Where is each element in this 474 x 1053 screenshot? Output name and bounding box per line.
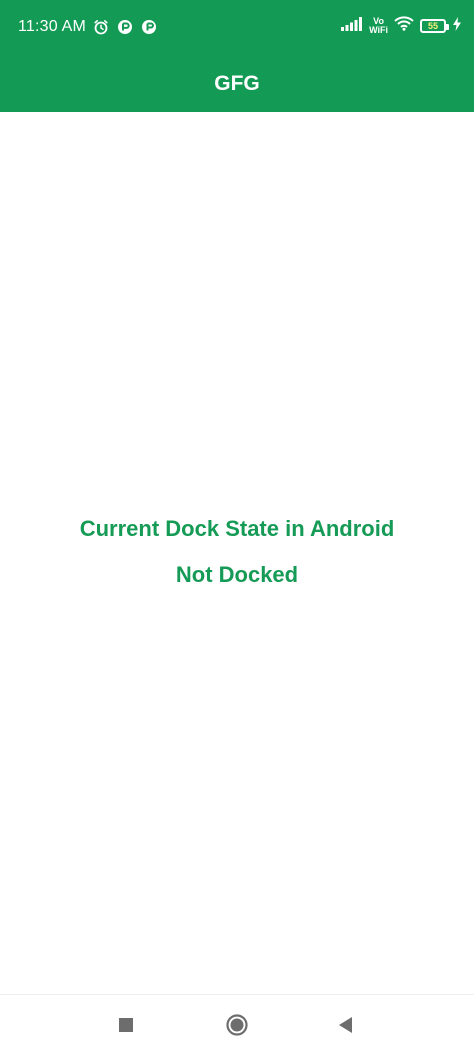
battery-level: 55: [427, 21, 438, 31]
main-content: Current Dock State in Android Not Docked: [0, 112, 474, 994]
battery-icon: 55: [420, 19, 449, 33]
charging-icon: [452, 16, 462, 36]
volte-wifi-icon: Vo WiFi: [369, 17, 388, 35]
back-icon: [339, 1017, 352, 1033]
app-notification-icon: [140, 18, 158, 36]
navigation-bar: [0, 994, 474, 1053]
app-bar: GFG: [0, 56, 474, 112]
volte-line2: WiFi: [369, 25, 388, 35]
dock-state-heading: Current Dock State in Android: [79, 516, 395, 541]
signal-icon: [341, 16, 363, 36]
status-left: 11:30 AM: [18, 18, 158, 36]
home-icon: [226, 1014, 248, 1036]
status-bar: 11:30 AM Vo WiFi 55: [0, 0, 474, 56]
home-button[interactable]: [225, 1013, 249, 1037]
back-button[interactable]: [334, 1013, 358, 1037]
status-time: 11:30 AM: [18, 18, 87, 35]
recents-button[interactable]: [114, 1013, 138, 1037]
app-title: GFG: [214, 72, 260, 95]
wifi-icon: [394, 16, 414, 36]
dock-state-text: Not Docked: [175, 562, 299, 587]
status-right: Vo WiFi 55: [341, 16, 462, 36]
recents-icon: [119, 1018, 133, 1032]
alarm-icon: [92, 18, 110, 36]
app-notification-icon: [116, 18, 134, 36]
